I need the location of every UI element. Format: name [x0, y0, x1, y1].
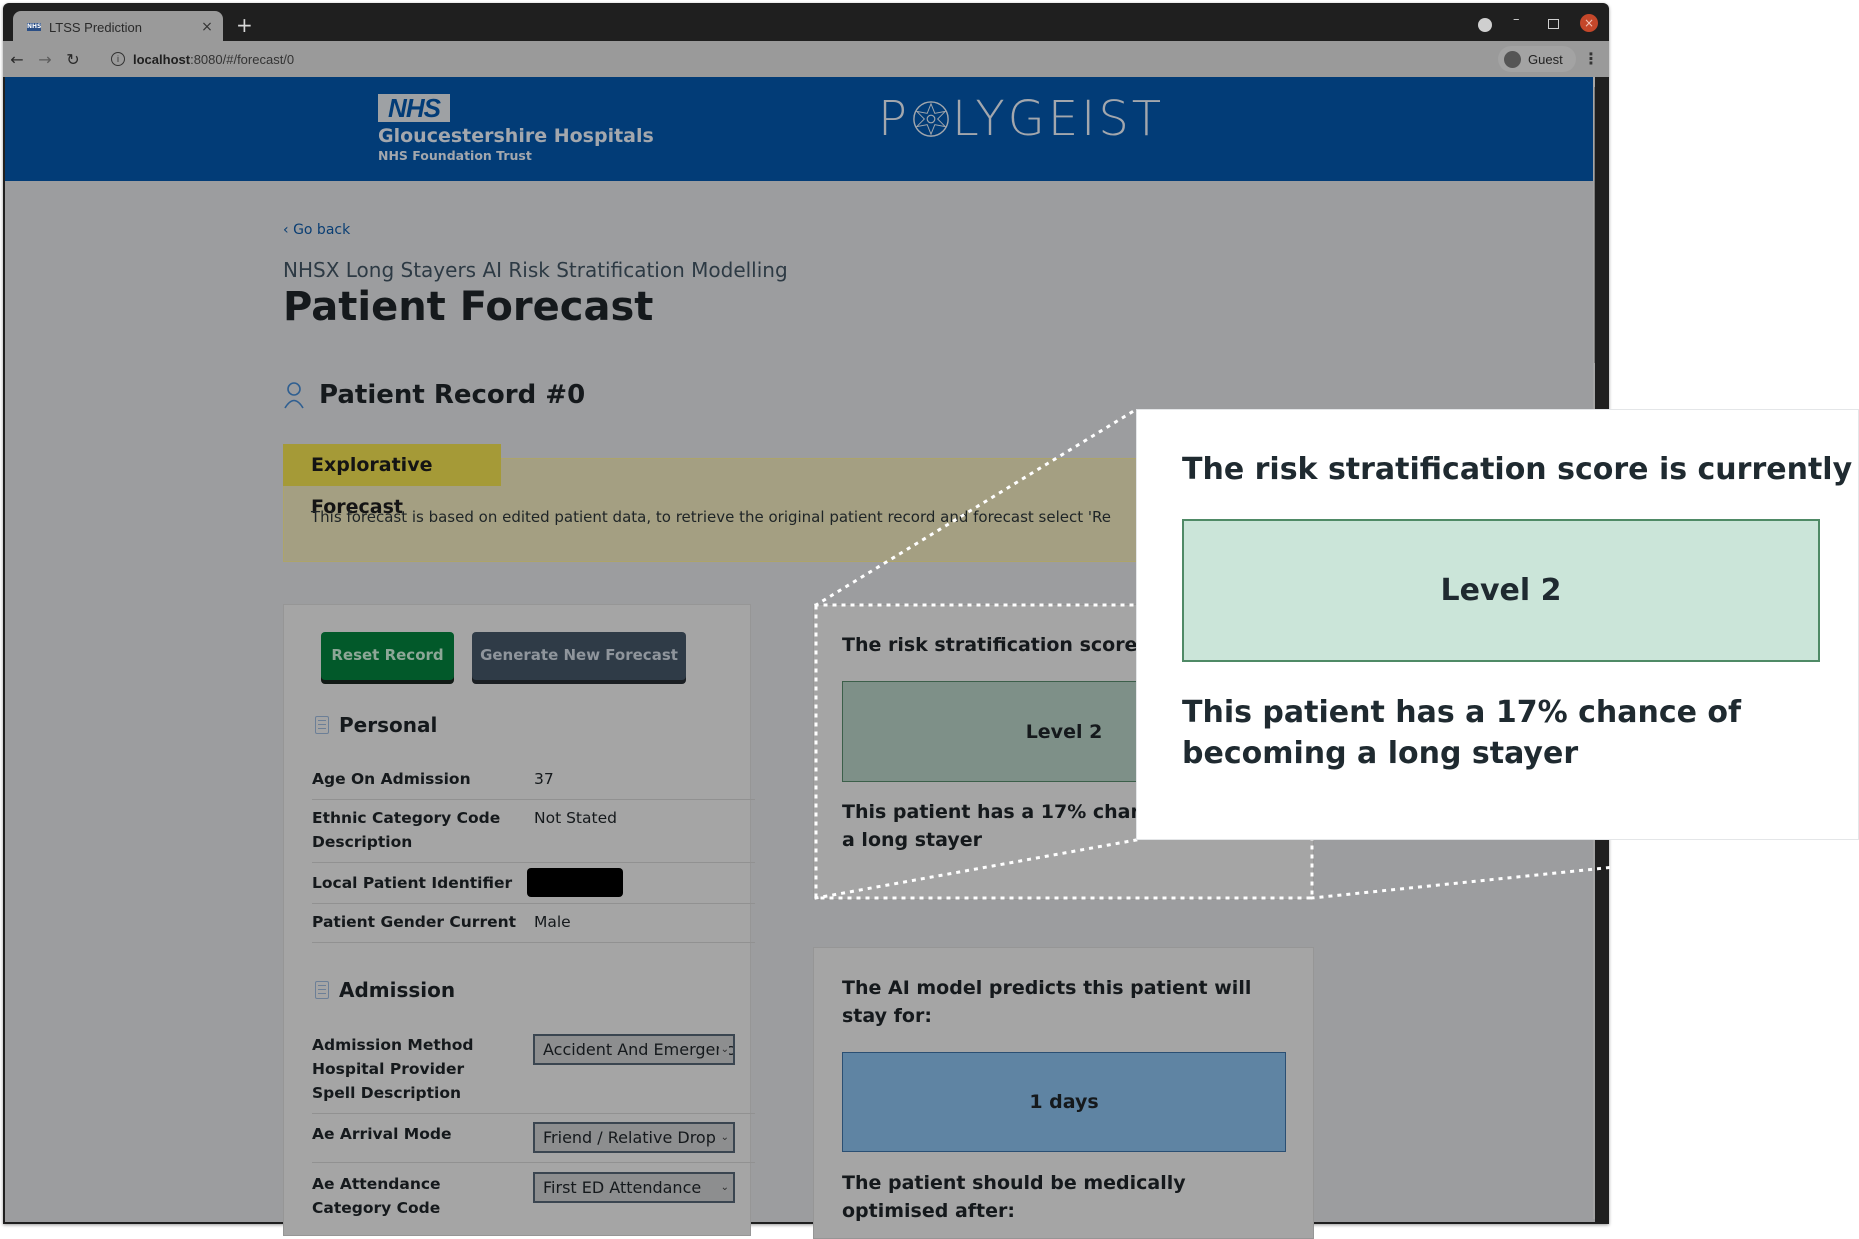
ae-attendance-category-select[interactable]: First ED Attendance ⌄	[533, 1172, 735, 1203]
generate-new-forecast-button[interactable]: Generate New Forecast	[472, 632, 686, 680]
detail-label: Patient Gender Current	[312, 913, 517, 931]
stay-heading: The AI model predicts this patient will …	[842, 977, 1252, 1027]
detail-row: Admission Method Hospital Provider Spell…	[312, 1033, 755, 1114]
callout-chance-text: This patient has a 17% chance of becomin…	[1182, 695, 1742, 771]
user-icon	[284, 382, 304, 409]
detail-label: Admission Method Hospital Provider Spell…	[312, 1036, 474, 1102]
page-subtitle: NHSX Long Stayers AI Risk Stratification…	[283, 258, 788, 282]
detail-label: Ethnic Category Code Description	[312, 809, 501, 851]
explorative-forecast-tag: Explorative Forecast	[283, 444, 501, 518]
reload-icon[interactable]: ↻	[59, 50, 87, 69]
menu-kebab-icon[interactable]: ⋮	[1583, 49, 1599, 68]
chevron-down-icon: ⌄	[718, 1174, 729, 1201]
org-name: Gloucestershire Hospitals	[378, 125, 654, 147]
detail-row: Ethnic Category Code Description Not Sta…	[312, 806, 755, 863]
detail-label: Age On Admission	[312, 770, 471, 788]
redacted-identifier	[527, 868, 623, 897]
detail-value: Not Stated	[534, 809, 617, 827]
page-title: Patient Forecast	[283, 284, 654, 330]
nhs-logo: NHS	[378, 94, 450, 122]
minimize-icon[interactable]: –	[1513, 12, 1520, 27]
predicted-days-box: 1 days	[842, 1052, 1286, 1152]
detail-value: Male	[534, 913, 571, 931]
select-value: Friend / Relative Drop	[543, 1128, 716, 1147]
tab-bar: NHS LTSS Prediction × + – ×	[3, 3, 1609, 43]
maximize-icon[interactable]	[1548, 19, 1559, 29]
callout-heading: The risk stratification score is current…	[1182, 452, 1859, 487]
risk-heading: The risk stratification score is	[842, 634, 1162, 656]
risk-score-callout: The risk stratification score is current…	[1136, 409, 1859, 840]
select-value: Accident And Emergency	[543, 1040, 735, 1059]
risk-chance-line1: This patient has a 17% chance	[842, 801, 1169, 823]
new-tab-button[interactable]: +	[236, 13, 253, 37]
admission-method-select[interactable]: Accident And Emergency ⌄	[533, 1034, 735, 1065]
risk-chance-line2: a long stayer	[842, 829, 983, 851]
polygeist-logo: P LYGEIST	[878, 91, 1165, 147]
polygeist-emblem-icon	[913, 101, 949, 137]
detail-row: Age On Admission 37	[312, 767, 755, 800]
org-subtitle: NHS Foundation Trust	[378, 148, 532, 163]
section-personal: Personal	[315, 713, 437, 737]
list-icon	[315, 716, 329, 734]
section-personal-heading: Personal	[339, 713, 438, 737]
ae-arrival-mode-select[interactable]: Friend / Relative Drop ⌄	[533, 1122, 735, 1153]
address-bar[interactable]: i localhost :8080/#/forecast/0	[103, 46, 1495, 72]
section-admission-heading: Admission	[339, 978, 456, 1002]
detail-row: Ae Arrival Mode Friend / Relative Drop ⌄	[312, 1122, 755, 1163]
detail-label: Ae Attendance Category Code	[312, 1175, 441, 1217]
go-back-label: Go back	[293, 222, 351, 238]
detail-row: Local Patient Identifier	[312, 868, 755, 904]
tab-title: LTSS Prediction	[49, 19, 142, 35]
nhs-favicon-icon: NHS	[27, 23, 42, 31]
profile-button[interactable]: Guest	[1498, 46, 1576, 72]
url-host: localhost	[133, 51, 191, 67]
close-window-icon[interactable]: ×	[1580, 14, 1598, 32]
explorative-forecast-text: This forecast is based on edited patient…	[311, 508, 1111, 526]
browser-tab[interactable]: NHS LTSS Prediction ×	[13, 11, 223, 43]
optimised-heading: The patient should be medically optimise…	[842, 1172, 1186, 1222]
callout-level-box: Level 2	[1182, 519, 1820, 662]
patient-record-title: Patient Record #0	[283, 380, 585, 410]
detail-row: Ae Attendance Category Code First ED Att…	[312, 1172, 755, 1228]
forward-arrow-icon[interactable]: →	[31, 50, 59, 69]
url-path: :8080/#/forecast/0	[190, 51, 295, 67]
go-back-link[interactable]: ‹ Go back	[283, 222, 350, 238]
list-icon	[315, 981, 329, 999]
scrollbar-thumb[interactable]	[1594, 87, 1595, 363]
reset-record-button[interactable]: Reset Record	[321, 632, 454, 680]
site-header: NHS Gloucestershire Hospitals NHS Founda…	[5, 77, 1595, 181]
section-admission: Admission	[315, 978, 455, 1002]
detail-label: Local Patient Identifier	[312, 874, 513, 892]
record-title-text: Patient Record #0	[319, 380, 586, 410]
back-arrow-icon[interactable]: ←	[3, 50, 31, 69]
close-tab-icon[interactable]: ×	[197, 19, 217, 35]
detail-value: 37	[534, 770, 554, 788]
avatar-icon	[1504, 50, 1521, 68]
chevron-down-icon: ⌄	[718, 1124, 729, 1151]
profile-label: Guest	[1528, 51, 1563, 67]
extension-icon[interactable]	[1478, 18, 1492, 32]
info-icon[interactable]: i	[111, 52, 125, 66]
detail-row: Patient Gender Current Male	[312, 910, 755, 943]
detail-label: Ae Arrival Mode	[312, 1125, 452, 1143]
select-value: First ED Attendance	[543, 1178, 702, 1197]
browser-toolbar: ← → ↻ i localhost :8080/#/forecast/0 Gue…	[3, 41, 1609, 77]
chevron-down-icon: ⌄	[718, 1036, 729, 1063]
